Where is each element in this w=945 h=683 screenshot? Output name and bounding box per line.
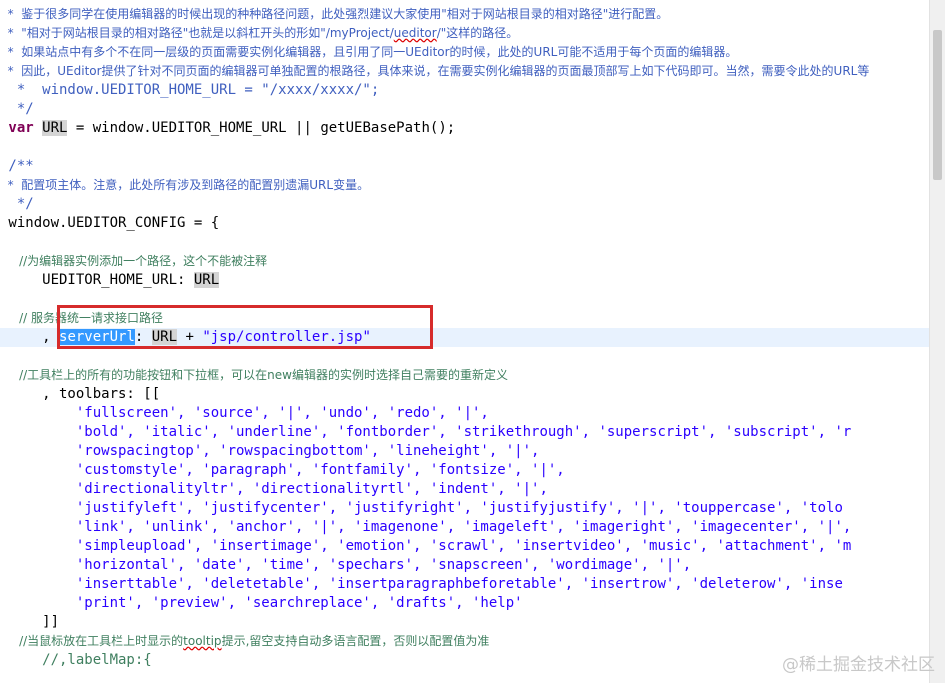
code-line[interactable]: 'inserttable', 'deletetable', 'insertpar…	[0, 575, 843, 594]
code-line[interactable]: 'rowspacingtop', 'rowspacingbottom', 'li…	[0, 442, 540, 461]
code-line[interactable]: 'simpleupload', 'insertimage', 'emotion'…	[0, 537, 851, 556]
code-token: , toolbars: [[	[0, 386, 161, 402]
watermark: @稀土掘金技术社区	[782, 655, 935, 675]
code-line[interactable]: ]]	[0, 613, 59, 632]
code-token: ,	[0, 329, 60, 345]
code-line[interactable]: */	[0, 195, 34, 214]
code-token: 'link', 'unlink', 'anchor', '|', 'imagen…	[0, 519, 852, 535]
code-line[interactable]: //,labelMap:{	[0, 651, 152, 670]
code-line[interactable]: * 鉴于很多同学在使用编辑器的时候出现的种种路径问题，此处强烈建议大家使用"相对…	[0, 5, 669, 24]
code-line[interactable]: //为编辑器实例添加一个路径，这个不能被注释	[0, 252, 267, 271]
code-token: ]]	[0, 614, 60, 630]
code-line[interactable]: */	[0, 100, 34, 119]
vertical-scrollbar[interactable]	[929, 0, 945, 683]
code-token: //当鼠标放在工具栏上时显示的	[0, 634, 184, 648]
code-line[interactable]: UEDITOR_HOME_URL: URL	[0, 271, 220, 290]
code-token: = window.UEDITOR_HOME_URL || getUEBasePa…	[67, 120, 456, 136]
code-token: URL	[42, 120, 68, 136]
code-line[interactable]: 'directionalityltr', 'directionalityrtl'…	[0, 480, 548, 499]
code-line[interactable]: 'fullscreen', 'source', '|', 'undo', 're…	[0, 404, 489, 423]
code-line[interactable]: 'justifyleft', 'justifycenter', 'justify…	[0, 499, 843, 518]
code-line[interactable]: * 如果站点中有多个不在同一层级的页面需要实例化编辑器，且引用了同一UEdito…	[0, 43, 738, 62]
code-token: tooltip	[183, 634, 222, 648]
code-token: //为编辑器实例添加一个路径，这个不能被注释	[0, 254, 268, 268]
code-token: * 鉴于很多同学在使用编辑器的时候出现的种种路径问题，此处强烈建议大家使用"相对…	[0, 7, 669, 21]
code-token: 'customstyle', 'paragraph', 'fontfamily'…	[0, 462, 565, 478]
code-line[interactable]: * window.UEDITOR_HOME_URL = "/xxxx/xxxx/…	[0, 81, 379, 100]
code-token: * 如果站点中有多个不在同一层级的页面需要实例化编辑器，且引用了同一UEdito…	[0, 45, 738, 59]
code-token: /myProject/	[325, 26, 394, 40]
scrollbar-thumb[interactable]	[933, 30, 942, 180]
code-token: 'rowspacingtop', 'rowspacingbottom', 'li…	[0, 443, 540, 459]
code-line[interactable]: 'customstyle', 'paragraph', 'fontfamily'…	[0, 461, 565, 480]
code-token: */	[0, 196, 34, 212]
code-token: UEDITOR_HOME_URL:	[0, 272, 194, 288]
code-token: * 因此，UEditor提供了针对不同页面的编辑器可单独配置的根路径，具体来说，…	[0, 64, 870, 78]
code-line[interactable]: //当鼠标放在工具栏上时显示的tooltip提示,留空支持自动多语言配置，否则以…	[0, 632, 489, 651]
code-line[interactable]: var URL = window.UEDITOR_HOME_URL || get…	[0, 119, 455, 138]
code-token: ueditor	[393, 26, 437, 40]
code-token: /"这样的路径。	[436, 26, 519, 40]
code-line[interactable]: * 因此，UEditor提供了针对不同页面的编辑器可单独配置的根路径，具体来说，…	[0, 62, 870, 81]
code-token: * 配置项主体。注意，此处所有涉及到路径的配置别遗漏URL变量。	[0, 178, 370, 192]
code-token: * window.UEDITOR_HOME_URL = "/xxxx/xxxx/…	[0, 82, 380, 98]
code-token: 'horizontal', 'date', 'time', 'spechars'…	[0, 557, 692, 573]
code-line[interactable]: 'link', 'unlink', 'anchor', '|', 'imagen…	[0, 518, 851, 537]
code-line[interactable]: 'horizontal', 'date', 'time', 'spechars'…	[0, 556, 691, 575]
code-token: 'fullscreen', 'source', '|', 'undo', 're…	[0, 405, 489, 421]
code-token: 'bold', 'italic', 'underline', 'fontbord…	[0, 424, 852, 440]
code-token: 提示,留空支持自动多语言配置，否则以配置值为准	[221, 634, 490, 648]
code-token: */	[0, 101, 34, 117]
code-line[interactable]: //工具栏上的所有的功能按钮和下拉框，可以在new编辑器的实例时选择自己需要的重…	[0, 366, 508, 385]
code-token: 'directionalityltr', 'directionalityrtl'…	[0, 481, 548, 497]
code-token: 'simpleupload', 'insertimage', 'emotion'…	[0, 538, 852, 554]
code-token: var	[0, 120, 34, 136]
code-line[interactable]: window.UEDITOR_CONFIG = {	[0, 214, 219, 233]
code-token: /**	[0, 158, 34, 174]
code-line[interactable]: 'print', 'preview', 'searchreplace', 'dr…	[0, 594, 523, 613]
code-token: window.UEDITOR_CONFIG = {	[0, 215, 220, 231]
code-token: 'inserttable', 'deletetable', 'insertpar…	[0, 576, 843, 592]
code-token: * "相对于网站根目录的相对路径"也就是以斜杠开头的形如"	[0, 26, 326, 40]
code-line[interactable]: * 配置项主体。注意，此处所有涉及到路径的配置别遗漏URL变量。	[0, 176, 369, 195]
code-line[interactable]: * "相对于网站根目录的相对路径"也就是以斜杠开头的形如"/myProject/…	[0, 24, 519, 43]
code-token: //工具栏上的所有的功能按钮和下拉框，可以在new编辑器的实例时选择自己需要的重…	[0, 368, 508, 382]
code-token: //,labelMap:{	[0, 652, 152, 668]
code-line[interactable]: /**	[0, 157, 34, 176]
annotation-highlight-box	[57, 305, 433, 349]
code-token: 'print', 'preview', 'searchreplace', 'dr…	[0, 595, 523, 611]
code-token: 'justifyleft', 'justifycenter', 'justify…	[0, 500, 843, 516]
code-line[interactable]: 'bold', 'italic', 'underline', 'fontbord…	[0, 423, 851, 442]
code-line[interactable]: , toolbars: [[	[0, 385, 160, 404]
code-token: URL	[193, 272, 220, 288]
